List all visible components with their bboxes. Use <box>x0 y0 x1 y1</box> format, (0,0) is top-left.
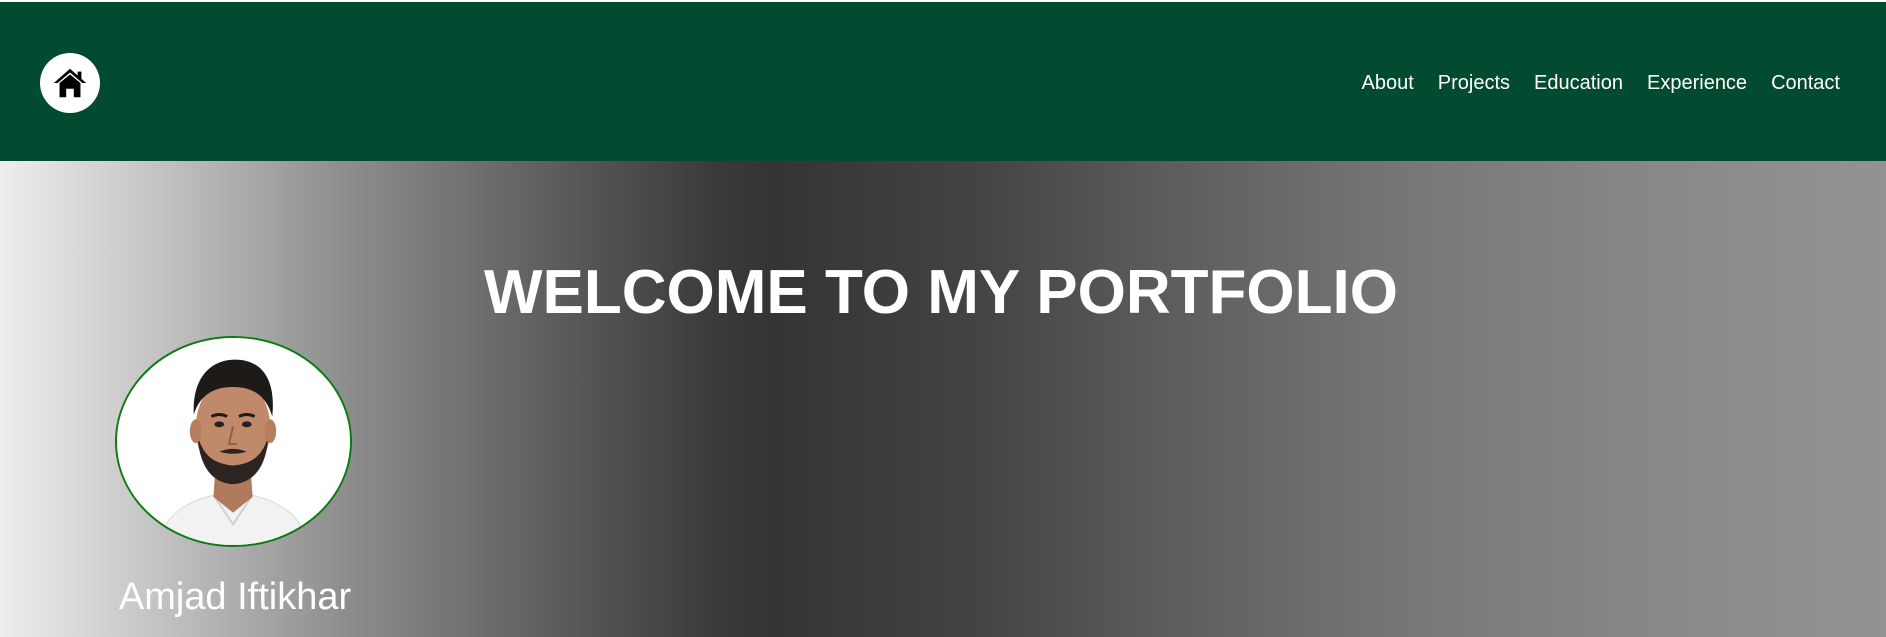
profile-photo <box>115 336 352 547</box>
nav-link-education[interactable]: Education <box>1534 71 1623 95</box>
nav-link-about[interactable]: About <box>1362 71 1414 95</box>
hero-title: WELCOME TO MY PORTFOLIO <box>484 258 1398 327</box>
profile-portrait-image <box>117 338 350 545</box>
nav-link-contact[interactable]: Contact <box>1771 71 1840 95</box>
navbar: About Projects Education Experience Cont… <box>0 0 1886 161</box>
profile-name: Amjad Iftikhar <box>118 576 352 618</box>
page: About Projects Education Experience Cont… <box>0 0 1886 637</box>
nav-link-experience[interactable]: Experience <box>1647 71 1747 95</box>
home-icon <box>53 68 87 98</box>
nav-menu: About Projects Education Experience Cont… <box>1362 71 1840 95</box>
home-button[interactable] <box>40 53 100 113</box>
nav-link-projects[interactable]: Projects <box>1438 71 1510 95</box>
hero-section: WELCOME TO MY PORTFOLIO Amjad Iftikhar <box>0 161 1886 637</box>
